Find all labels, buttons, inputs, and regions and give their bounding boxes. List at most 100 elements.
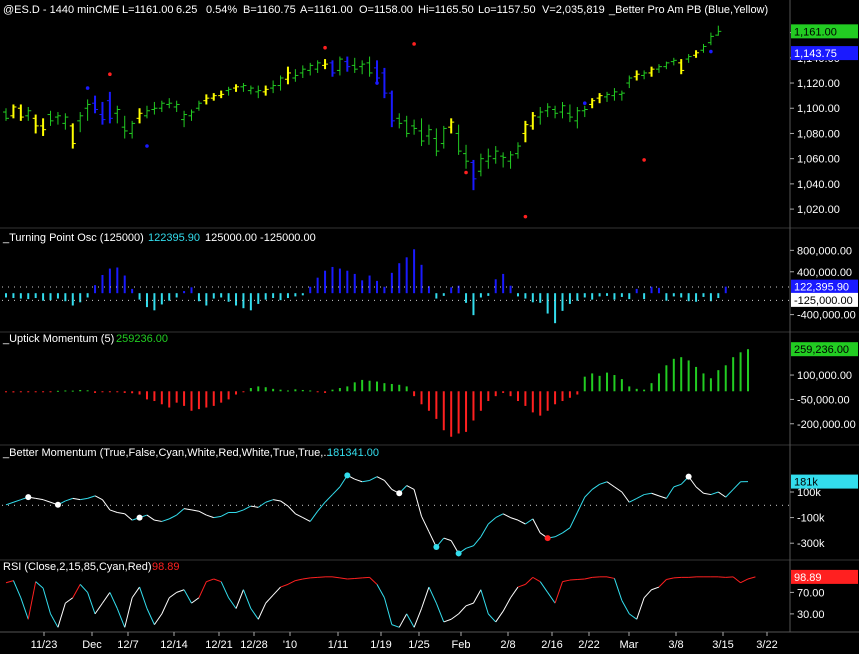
uptick-momentum-bar — [665, 365, 668, 392]
uptick-momentum-bar — [450, 391, 453, 437]
reference-dot — [608, 299, 609, 301]
reference-dot — [680, 299, 681, 301]
reference-dot — [374, 299, 375, 301]
header-open: O=1158.00 — [359, 4, 413, 16]
reference-dot — [104, 286, 105, 288]
reference-dot — [416, 504, 417, 506]
uptick-momentum-bar — [457, 391, 460, 434]
turning-point-bar — [49, 293, 52, 301]
turning-point-bar — [249, 293, 252, 311]
uptick-momentum-bar — [576, 391, 579, 395]
turning-point-bar — [583, 293, 586, 298]
momentum-highlight-point — [25, 494, 32, 501]
uptick-momentum-bar — [568, 391, 571, 398]
uptick-momentum-bar — [56, 390, 59, 392]
reference-dot — [392, 299, 393, 301]
uptick-momentum-bar — [635, 388, 638, 392]
reference-dot — [194, 286, 195, 288]
reference-dot — [278, 286, 279, 288]
uptick-momentum-bar — [153, 391, 156, 402]
reference-dot — [644, 504, 645, 506]
turning-point-bar — [235, 293, 238, 306]
uptick-momentum-bar — [442, 391, 445, 431]
reference-dot — [104, 299, 105, 301]
turning-point-bar — [546, 293, 549, 314]
reference-dot — [272, 286, 273, 288]
reference-dot — [458, 504, 459, 506]
uptick-momentum-bar — [286, 390, 289, 392]
signal-marker — [523, 214, 528, 219]
reference-dot — [200, 504, 201, 506]
signal-marker — [709, 49, 713, 54]
reference-dot — [536, 299, 537, 301]
reference-dot — [470, 299, 471, 301]
reference-dot — [32, 299, 33, 301]
reference-dot — [668, 286, 669, 288]
uptick-momentum-bar — [509, 391, 512, 397]
reference-dot — [38, 286, 39, 288]
x-tick-label: 3/22 — [756, 639, 777, 651]
reference-dot — [704, 299, 705, 301]
reference-dot — [734, 504, 735, 506]
reference-dot — [14, 299, 15, 301]
signal-marker — [582, 101, 587, 105]
reference-dot — [722, 299, 723, 301]
header-study: _Better Pro Am PB (Blue,Yellow) — [608, 4, 768, 16]
reference-dot — [728, 299, 729, 301]
turning-point-bar — [680, 293, 683, 298]
reference-dot — [218, 504, 219, 506]
reference-dot — [296, 299, 297, 301]
reference-dot — [542, 504, 543, 506]
reference-dot — [68, 299, 69, 301]
reference-dot — [758, 299, 759, 301]
uptick-momentum-bar — [361, 379, 364, 392]
reference-dot — [176, 299, 177, 301]
turning-point-bar — [376, 280, 378, 294]
reference-dot — [734, 299, 735, 301]
reference-dot — [710, 299, 711, 301]
reference-dot — [410, 286, 411, 288]
turning-point-bar — [390, 272, 393, 294]
reference-dot — [86, 299, 87, 301]
reference-dot — [206, 299, 207, 301]
reference-dot — [38, 299, 39, 301]
reference-dot — [446, 299, 447, 301]
rsi-line-segment — [362, 576, 370, 579]
reference-dot — [476, 504, 477, 506]
turning-point-params: 125000.00 -125000.00 — [205, 232, 316, 244]
reference-dot — [224, 286, 225, 288]
uptick-momentum-bar — [183, 391, 186, 406]
reference-dot — [8, 299, 9, 301]
y-tick-label: 1,040.00 — [797, 179, 840, 191]
y-tick-label: -200,000.00 — [797, 419, 856, 431]
reference-dot — [680, 286, 681, 288]
reference-dot — [746, 299, 747, 301]
uptick-momentum-bar — [398, 384, 401, 392]
reference-dot — [338, 286, 339, 288]
signal-marker — [145, 144, 149, 148]
reference-dot — [620, 286, 621, 288]
turning-point-bar — [383, 286, 386, 294]
uptick-momentum-bar — [138, 391, 141, 395]
reference-dot — [308, 299, 309, 301]
momentum-highlight-point — [396, 490, 403, 497]
reference-dot — [248, 286, 249, 288]
reference-dot — [266, 286, 267, 288]
reference-dot — [140, 286, 141, 288]
reference-dot — [686, 504, 687, 506]
reference-dot — [248, 504, 249, 506]
reference-dot — [776, 286, 777, 288]
reference-dot — [140, 299, 141, 301]
reference-dot — [218, 299, 219, 301]
turning-point-bar — [724, 286, 727, 294]
turning-point-bar — [138, 293, 141, 300]
reference-dot — [182, 504, 183, 506]
reference-dot — [572, 299, 573, 301]
uptick-momentum-bar — [739, 352, 742, 392]
reference-dot — [398, 286, 399, 288]
reference-dot — [422, 286, 423, 288]
y-tick-label: 30.00 — [797, 609, 825, 621]
reference-dot — [530, 504, 531, 506]
reference-dot — [692, 299, 693, 301]
reference-dot — [788, 286, 789, 288]
